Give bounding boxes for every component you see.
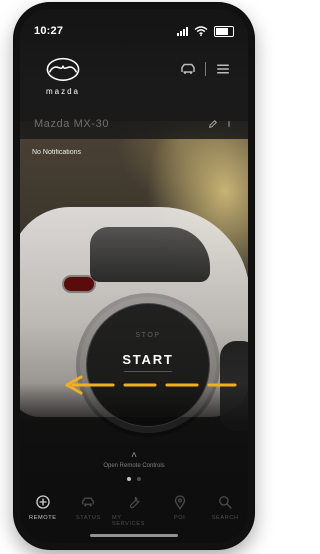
vehicle-name[interactable]: Mazda MX-30 [34,118,109,130]
stop-label: STOP [135,332,161,339]
tab-label: SEARCH [211,515,239,521]
start-label: START [122,352,174,367]
tab-my-services[interactable]: MY SERVICES [112,493,156,527]
app-screen: 10:27 mazda Mazda MX-30 No Notifications… [20,9,248,543]
wrench-icon [129,496,140,509]
tab-label: POI [173,515,186,521]
status-time: 10:27 [34,25,64,37]
start-underline [124,371,172,372]
header-actions [179,60,232,78]
signal-icon [177,26,188,36]
brand-logo: mazda [38,55,88,103]
vehicle-bar-actions [208,119,234,129]
vehicle-switch-icon[interactable] [179,60,197,78]
tab-poi[interactable]: POI [158,493,202,521]
tab-search[interactable]: SEARCH [203,493,247,521]
map-pin-icon [174,495,185,510]
header-divider [205,62,206,76]
menu-icon[interactable] [214,60,232,78]
tab-label: REMOTE [29,515,57,521]
vehicle-photo-window [90,227,210,282]
brand-wordmark: mazda [45,87,80,96]
battery-icon [214,25,234,37]
open-remote-controls-link[interactable]: Open Remote Controls [20,463,248,469]
mazda-logo-icon [46,57,80,81]
page-indicator [20,477,248,481]
tab-status[interactable]: STATUS [66,493,110,521]
phone-frame: 10:27 mazda Mazda MX-30 No Notifications… [14,3,254,549]
swipe-left-arrow-icon [65,375,237,395]
chevron-up-icon[interactable]: ˄ [20,450,248,461]
notifications-text: No Notifications [32,149,82,156]
page-dot [137,477,141,481]
page-dot-active [127,477,131,481]
tab-label: MY SERVICES [111,515,145,527]
status-icons [177,25,234,37]
search-icon [219,496,232,509]
edit-icon[interactable] [208,119,218,129]
home-indicator [90,534,178,537]
vehicle-photo-tail-light [64,277,94,291]
car-status-icon [82,497,95,507]
remote-start-control[interactable]: STOP START [86,303,210,427]
status-bar: 10:27 [34,23,234,39]
remote-icon [36,495,50,509]
wifi-icon [194,26,208,36]
vehicle-bar: Mazda MX-30 [20,112,248,136]
tab-label: STATUS [75,515,101,521]
info-icon[interactable] [224,119,234,129]
tab-remote[interactable]: REMOTE [21,493,65,521]
